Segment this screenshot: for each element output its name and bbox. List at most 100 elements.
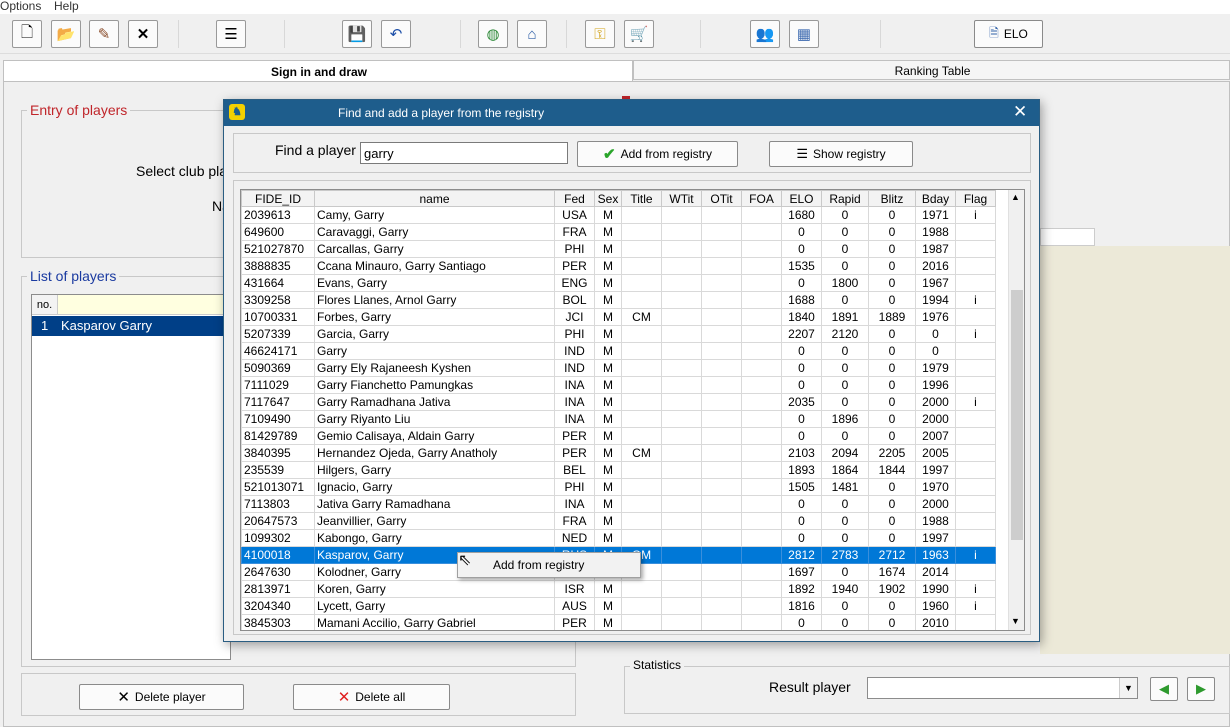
vertical-scrollbar[interactable]: ▲ ▼ (1008, 190, 1024, 630)
context-add-from-registry[interactable]: Add from registry (493, 558, 584, 572)
table-row[interactable]: 5090369 Garry Ely Rajaneesh Kyshen IND M 0 0 0… (241, 359, 996, 377)
tab-ranking[interactable]: Ranking Table (633, 60, 1230, 80)
column-header-fide-id[interactable]: FIDE_ID (241, 190, 315, 207)
new-file-button[interactable]: 🗋 (12, 20, 42, 48)
home-button[interactable]: ⌂ (517, 20, 547, 48)
column-header-blitz[interactable]: Blitz (868, 190, 916, 207)
cell-sex: M (594, 597, 622, 615)
close-icon[interactable]: ✕ (1013, 102, 1027, 122)
table-row[interactable]: 235539 Hilgers, Garry BEL M 1893 1864 1844 1997 (241, 461, 996, 479)
scroll-thumb[interactable] (1011, 290, 1023, 540)
cell-bday: 2016 (915, 257, 956, 275)
column-header-title[interactable]: Title (621, 190, 662, 207)
table-row[interactable]: 3840395 Hernandez Ojeda, Garry Anatholy PE… (241, 444, 996, 462)
find-player-value: garry (364, 146, 394, 161)
column-header-foa[interactable]: FOA (741, 190, 782, 207)
menu-help[interactable]: Help (54, 0, 79, 13)
cell-wtit (661, 580, 702, 598)
table-row[interactable]: 431664 Evans, Garry ENG M 0 1800 0 1967 (241, 274, 996, 292)
cell-fed: PER (554, 444, 595, 462)
table-row[interactable]: 7109490 Garry Riyanto Liu INA M 0 1896 0 2000 (241, 410, 996, 428)
table-row[interactable]: 7117647 Garry Ramadhana Jativa INA M 2035 0 0 2… (241, 393, 996, 411)
column-header-otit[interactable]: OTit (701, 190, 742, 207)
cell-fed: USA (554, 206, 595, 224)
list-header-no[interactable]: no. (32, 295, 58, 315)
table-row[interactable]: 521027870 Carcallas, Garry PHI M 0 0 0 1987 (241, 240, 996, 258)
cell-otit (701, 376, 742, 394)
cell-flag (955, 240, 996, 258)
edit-button[interactable]: ✎ (89, 20, 119, 48)
scroll-track[interactable] (1011, 206, 1023, 290)
table-row[interactable]: 81429789 Gemio Calisaya, Aldain Garry PER M… (241, 427, 996, 445)
cell-sex: M (594, 410, 622, 428)
table-row[interactable]: 20647573 Jeanvillier, Garry FRA M 0 0 0 1988 (241, 512, 996, 530)
list-header-name[interactable] (58, 295, 230, 315)
cell-sex: M (594, 342, 622, 360)
column-header-flag[interactable]: Flag (955, 190, 996, 207)
cell-elo: 0 (781, 376, 822, 394)
table-row[interactable]: 2039613 Camy, Garry USA M 1680 0 0 1971 i (241, 206, 996, 224)
close-icon: ✕ (136, 26, 150, 43)
table-row[interactable]: 5207339 Garcia, Garry PHI M 2207 2120 0 0 i (241, 325, 996, 343)
right-input[interactable] (1040, 228, 1095, 246)
table-row[interactable]: 3845303 Mamani Accilio, Garry Gabriel PER M… (241, 614, 996, 630)
dialog-title: Find and add a player from the registry (338, 106, 545, 120)
find-player-input[interactable]: garry (360, 142, 568, 164)
toolbar-separator (880, 20, 881, 48)
cell-fide-id: 521027870 (241, 240, 315, 258)
cart-button[interactable]: 🛒 (624, 20, 654, 48)
scroll-up-icon[interactable]: ▲ (1011, 192, 1020, 202)
cell-elo: 0 (781, 512, 822, 530)
chevron-down-icon[interactable]: ▼ (1119, 678, 1137, 698)
table-row[interactable]: 649600 Caravaggi, Garry FRA M 0 0 0 1988 (241, 223, 996, 241)
undo-button[interactable]: ↶ (381, 20, 411, 48)
list-row-selected[interactable]: 1 Kasparov Garry (32, 316, 230, 336)
key-button[interactable]: ⚿ (585, 20, 615, 48)
menu-options[interactable]: Options (0, 0, 41, 13)
elo-button[interactable]: 🗎 ELO (974, 20, 1043, 48)
save-button[interactable]: 💾 (342, 20, 372, 48)
cell-fide-id: 7117647 (241, 393, 315, 411)
column-header-bday[interactable]: Bday (915, 190, 956, 207)
table-row[interactable]: 7111029 Garry Fianchetto Pamungkas INA M 0 0 0… (241, 376, 996, 394)
result-player-select[interactable]: ▼ (867, 677, 1138, 699)
table-row[interactable]: 3888835 Ccana Minauro, Garry Santiago PER M… (241, 257, 996, 275)
prev-button[interactable]: ◀ (1150, 677, 1178, 701)
scroll-down-icon[interactable]: ▼ (1011, 616, 1020, 626)
calendar-button[interactable]: ▦ (789, 20, 819, 48)
cell-flag (955, 512, 996, 530)
column-header-elo[interactable]: ELO (781, 190, 822, 207)
globe-button[interactable]: ◍ (478, 20, 508, 48)
column-header-fed[interactable]: Fed (554, 190, 595, 207)
add-from-registry-button[interactable]: ✔ Add from registry (577, 141, 738, 167)
table-row[interactable]: 3309258 Flores Llanes, Arnol Garry BOL M 168… (241, 291, 996, 309)
table-row[interactable]: 10700331 Forbes, Garry JCI M CM 1840 1891 1889 1… (241, 308, 996, 326)
users-button[interactable]: 👥 (750, 20, 780, 48)
tab-sign-in[interactable]: Sign in and draw (3, 60, 633, 82)
delete-player-button[interactable]: ✕ Delete player (79, 684, 244, 710)
cell-name: Garry Fianchetto Pamungkas (314, 376, 555, 394)
cell-title (621, 223, 662, 241)
table-row[interactable]: 1099302 Kabongo, Garry NED M 0 0 0 1997 (241, 529, 996, 547)
players-list[interactable]: no. 1 Kasparov Garry (31, 294, 231, 660)
table-row[interactable]: 3204340 Lycett, Garry AUS M 1816 0 0 1960 i (241, 597, 996, 615)
column-header-wtit[interactable]: WTit (661, 190, 702, 207)
cell-title (621, 291, 662, 309)
next-button[interactable]: ▶ (1187, 677, 1215, 701)
show-registry-button[interactable]: ☰ Show registry (769, 141, 913, 167)
cell-rapid: 1481 (821, 478, 869, 496)
table-row[interactable]: 46624171 Garry IND M 0 0 0 0 (241, 342, 996, 360)
cell-bday: 1963 (915, 546, 956, 564)
open-folder-button[interactable]: 📂 (51, 20, 81, 48)
table-row[interactable]: 521013071 Ignacio, Garry PHI M 1505 1481 0 1970 (241, 478, 996, 496)
cell-title (621, 478, 662, 496)
column-header-name[interactable]: name (314, 190, 555, 207)
column-header-rapid[interactable]: Rapid (821, 190, 869, 207)
list-button[interactable]: ☰ (216, 20, 246, 48)
column-header-sex[interactable]: Sex (594, 190, 622, 207)
table-row[interactable]: 7113803 Jativa Garry Ramadhana INA M 0 0 0 2000 (241, 495, 996, 513)
delete-all-button[interactable]: ✕ Delete all (293, 684, 450, 710)
table-row[interactable]: 2813971 Koren, Garry ISR M 1892 1940 1902 1990 i (241, 580, 996, 598)
close-button[interactable]: ✕ (128, 20, 158, 48)
cell-foa (741, 240, 782, 258)
